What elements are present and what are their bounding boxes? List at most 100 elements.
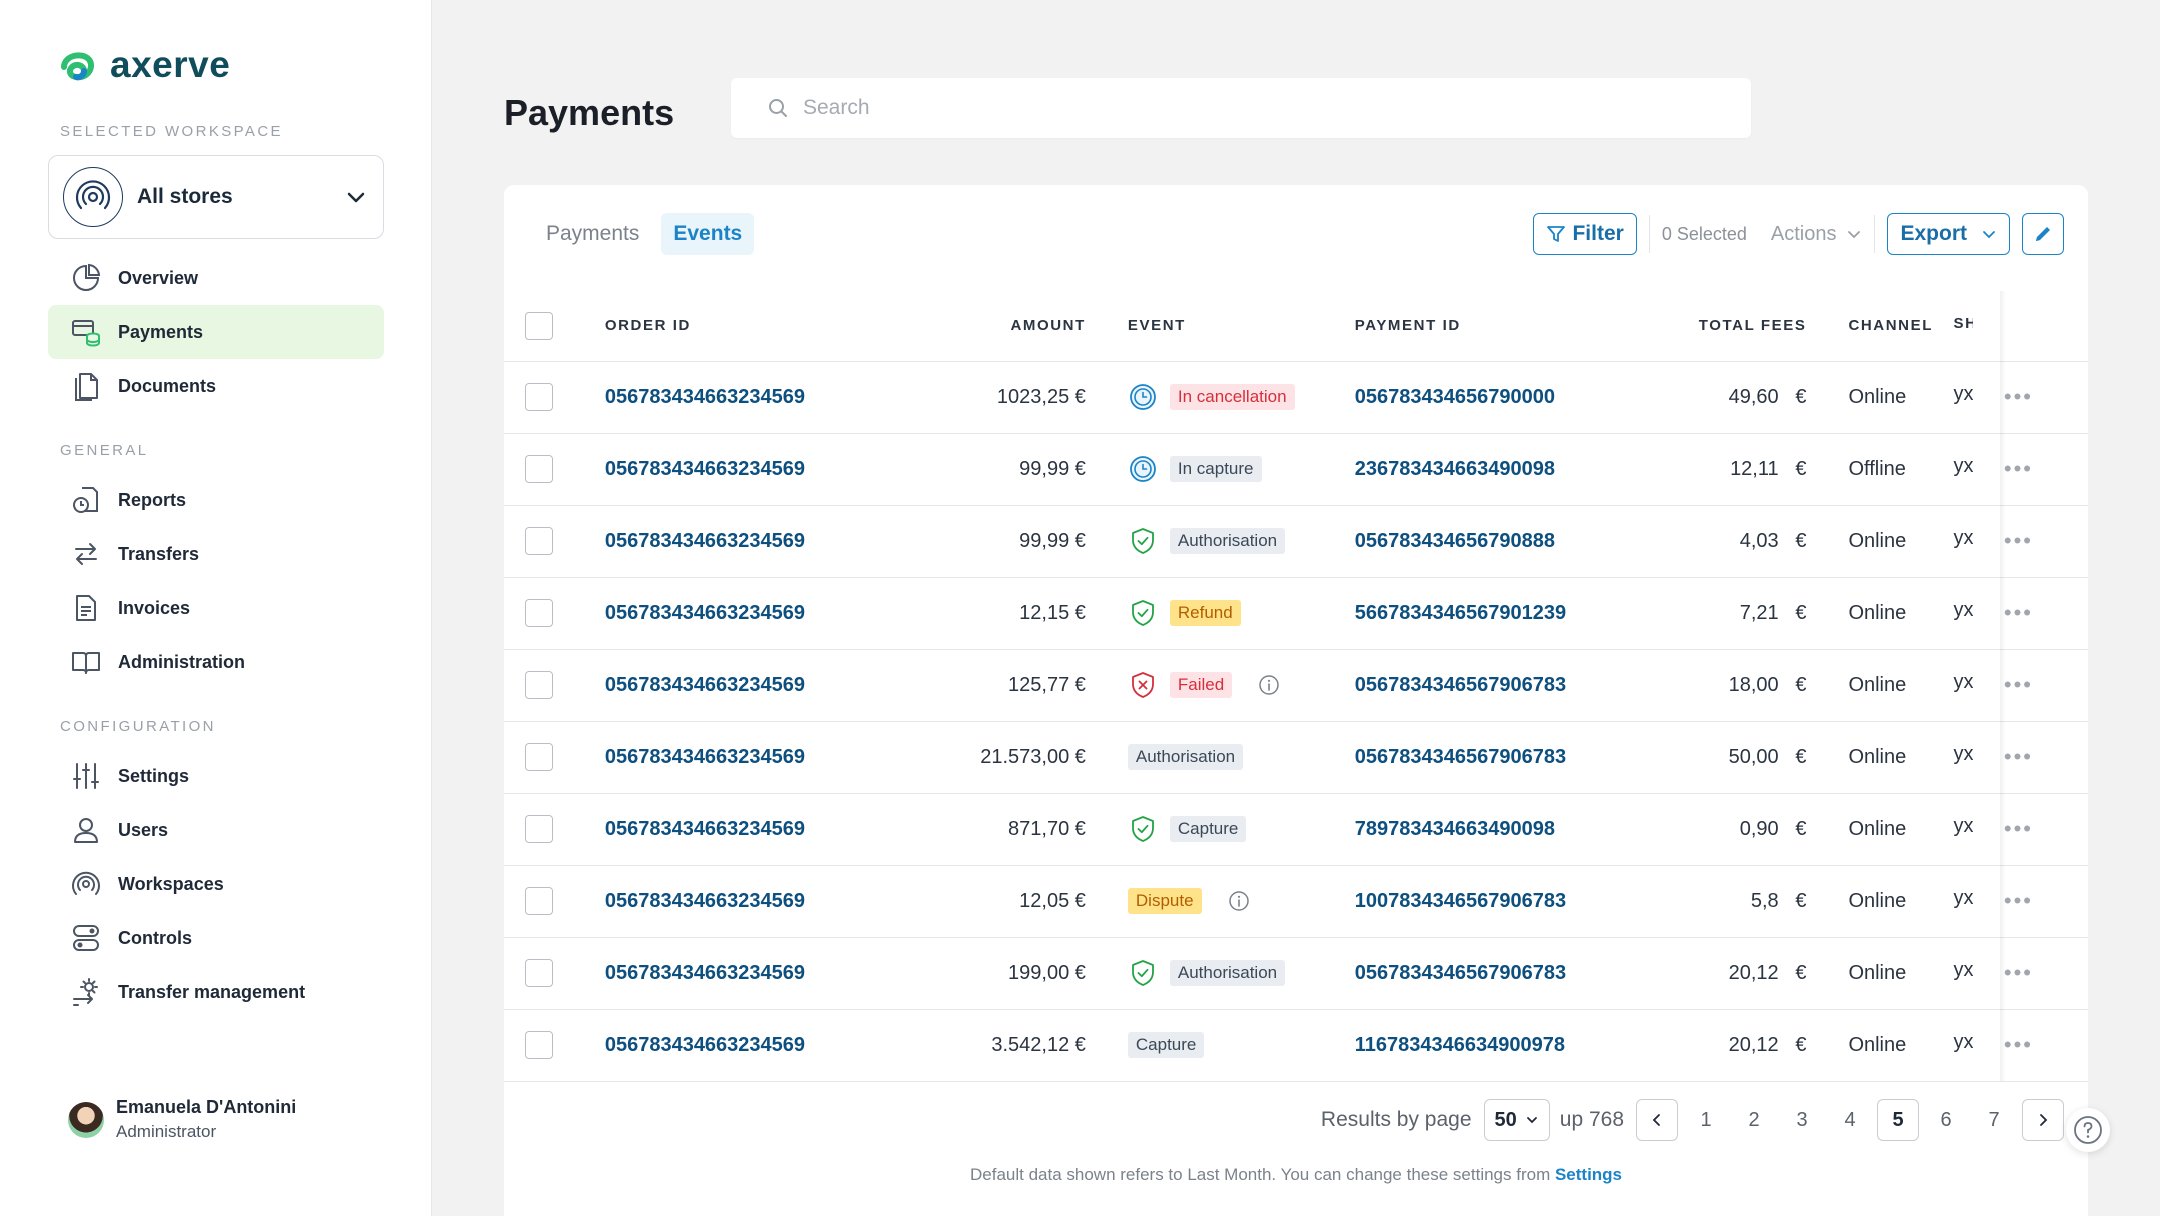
more-options-icon[interactable]: ••• <box>2004 1032 2033 1057</box>
order-id-link[interactable]: 056783434663234569 <box>605 1034 805 1056</box>
info-icon[interactable] <box>1228 890 1250 912</box>
table-row[interactable]: 056783434663234569 12,15 € Refund 566783434… <box>504 577 2088 650</box>
sidebar-item-transfers[interactable]: Transfers <box>48 527 384 581</box>
column-header-sh[interactable]: SH <box>1953 315 1973 332</box>
table-row[interactable]: 056783434663234569 871,70 € Capture 7897834… <box>504 793 2088 866</box>
sidebar-item-payments[interactable]: Payments <box>48 305 384 359</box>
order-id-link[interactable]: 056783434663234569 <box>605 962 805 984</box>
payment-id-link[interactable]: 0567834346567906783 <box>1355 674 1566 696</box>
more-options-icon[interactable]: ••• <box>2004 888 2033 913</box>
sidebar-item-controls[interactable]: Controls <box>48 911 384 965</box>
column-header-channel[interactable]: CHANNEL <box>1806 291 1954 362</box>
help-button[interactable] <box>2066 1108 2110 1152</box>
row-checkbox[interactable] <box>525 887 553 915</box>
order-id-link[interactable]: 056783434663234569 <box>605 818 805 840</box>
row-checkbox[interactable] <box>525 743 553 771</box>
table-row[interactable]: 056783434663234569 1023,25 € In cancellati… <box>504 361 2088 434</box>
sidebar-item-overview[interactable]: Overview <box>48 251 384 305</box>
row-checkbox[interactable] <box>525 599 553 627</box>
order-id-link[interactable]: 056783434663234569 <box>605 674 805 696</box>
more-options-icon[interactable]: ••• <box>2004 384 2033 409</box>
order-id-link[interactable]: 056783434663234569 <box>605 386 805 408</box>
payment-id-link[interactable]: 5667834346567901239 <box>1355 602 1566 624</box>
sidebar-item-administration[interactable]: Administration <box>48 635 384 689</box>
more-options-icon[interactable]: ••• <box>2004 528 2033 553</box>
column-header-order-id[interactable]: ORDER ID <box>604 291 920 362</box>
search-bar[interactable] <box>731 78 1751 138</box>
table-row[interactable]: 056783434663234569 99,99 € In capture 23678… <box>504 433 2088 506</box>
select-all-checkbox[interactable] <box>525 311 553 340</box>
payment-id-link[interactable]: 0567834346567906783 <box>1355 746 1566 768</box>
table-row[interactable]: 056783434663234569 12,05 € Dispute 10078343… <box>504 865 2088 938</box>
page-5-button[interactable]: 5 <box>1877 1099 1919 1141</box>
order-id-link[interactable]: 056783434663234569 <box>605 890 805 912</box>
more-options-icon[interactable]: ••• <box>2004 672 2033 697</box>
workspace-selector[interactable]: All stores <box>48 155 384 239</box>
payment-id-link[interactable]: 1007834346567906783 <box>1355 890 1566 912</box>
page-2-button[interactable]: 2 <box>1730 1109 1778 1132</box>
settings-link[interactable]: Settings <box>1555 1165 1622 1184</box>
payment-id-link[interactable]: 236783434663490098 <box>1355 458 1555 480</box>
sidebar-item-documents[interactable]: Documents <box>48 359 384 413</box>
sidebar-item-label: Controls <box>118 927 192 948</box>
more-options-icon[interactable]: ••• <box>2004 816 2033 841</box>
page-6-button[interactable]: 6 <box>1922 1109 1970 1132</box>
column-header-amount[interactable]: AMOUNT <box>919 291 1086 362</box>
row-checkbox[interactable] <box>525 1031 553 1059</box>
page-3-button[interactable]: 3 <box>1778 1109 1826 1132</box>
amount: 99,99 € <box>1019 529 1086 552</box>
info-icon[interactable] <box>1258 674 1280 696</box>
tab-events[interactable]: Events <box>661 213 755 255</box>
table-row[interactable]: 056783434663234569 3.542,12 € Capture 11678… <box>504 1009 2088 1082</box>
page-1-button[interactable]: 1 <box>1682 1109 1730 1132</box>
table-row[interactable]: 056783434663234569 21.573,00 € Authorisati… <box>504 721 2088 794</box>
column-header-payment-id[interactable]: PAYMENT ID <box>1354 291 1691 362</box>
column-header-event[interactable]: EVENT <box>1085 291 1355 362</box>
filter-icon <box>1547 226 1566 242</box>
order-id-link[interactable]: 056783434663234569 <box>605 746 805 768</box>
search-input[interactable] <box>803 96 1703 120</box>
more-options-icon[interactable]: ••• <box>2004 744 2033 769</box>
export-button[interactable]: Export <box>1887 213 2010 255</box>
logo[interactable]: axerve <box>58 44 230 86</box>
page-7-button[interactable]: 7 <box>1970 1109 2018 1132</box>
sh-value: yx <box>1953 598 1974 621</box>
sidebar-item-reports[interactable]: Reports <box>48 473 384 527</box>
row-checkbox[interactable] <box>525 671 553 699</box>
sidebar-item-users[interactable]: Users <box>48 803 384 857</box>
row-checkbox[interactable] <box>525 527 553 555</box>
payment-id-link[interactable]: 0567834346567906783 <box>1355 962 1566 984</box>
next-page-button[interactable] <box>2022 1099 2064 1141</box>
table-row[interactable]: 056783434663234569 125,77 € Failed 05678343… <box>504 649 2088 722</box>
row-checkbox[interactable] <box>525 959 553 987</box>
more-options-icon[interactable]: ••• <box>2004 600 2033 625</box>
payment-id-link[interactable]: 056783434656790000 <box>1355 386 1555 408</box>
tab-payments[interactable]: Payments <box>534 213 651 255</box>
edit-columns-button[interactable] <box>2022 213 2064 255</box>
sidebar-item-invoices[interactable]: Invoices <box>48 581 384 635</box>
table-row[interactable]: 056783434663234569 199,00 € Authorisation 0… <box>504 937 2088 1010</box>
column-header-total-fees[interactable]: TOTAL FEES <box>1690 291 1807 362</box>
more-options-icon[interactable]: ••• <box>2004 960 2033 985</box>
sidebar-item-workspaces[interactable]: Workspaces <box>48 857 384 911</box>
order-id-link[interactable]: 056783434663234569 <box>605 530 805 552</box>
actions-dropdown[interactable]: Actions <box>1771 223 1863 246</box>
order-id-link[interactable]: 056783434663234569 <box>605 458 805 480</box>
payment-id-link[interactable]: 056783434656790888 <box>1355 530 1555 552</box>
page-4-button[interactable]: 4 <box>1826 1109 1874 1132</box>
table-row[interactable]: 056783434663234569 99,99 € Authorisation 05… <box>504 505 2088 578</box>
order-id-link[interactable]: 056783434663234569 <box>605 602 805 624</box>
sidebar-item-transfer-management[interactable]: Transfer management <box>48 965 384 1019</box>
chevron-down-icon <box>1983 231 1995 239</box>
per-page-select[interactable]: 50 <box>1483 1099 1550 1141</box>
payment-id-link[interactable]: 1167834346634900978 <box>1355 1034 1565 1056</box>
payment-id-link[interactable]: 789783434663490098 <box>1355 818 1555 840</box>
previous-page-button[interactable] <box>1636 1099 1678 1141</box>
row-checkbox[interactable] <box>525 455 553 483</box>
sidebar-item-settings[interactable]: Settings <box>48 749 384 803</box>
user-profile[interactable]: Emanuela D'Antonini Administrator <box>68 1097 296 1142</box>
row-checkbox[interactable] <box>525 815 553 843</box>
more-options-icon[interactable]: ••• <box>2004 456 2033 481</box>
row-checkbox[interactable] <box>525 383 553 411</box>
filter-button[interactable]: Filter <box>1533 213 1637 255</box>
